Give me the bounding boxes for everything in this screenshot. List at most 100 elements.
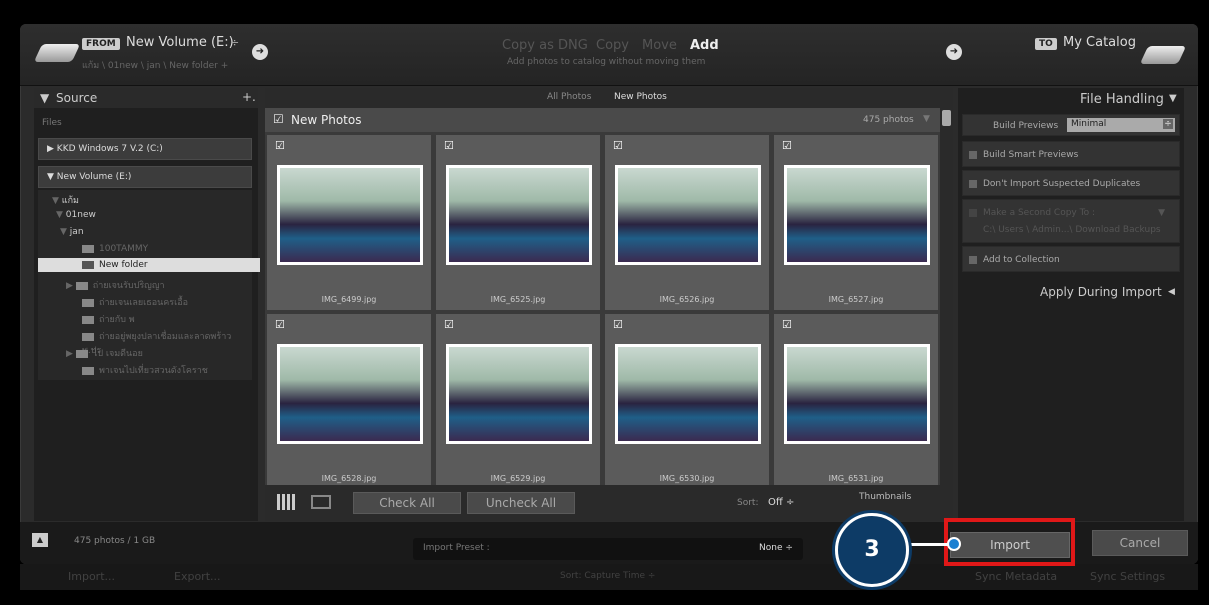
mode-copy[interactable]: Copy [596,38,629,53]
photo-thumbnail[interactable] [784,344,930,444]
underlying-library-bar: Import... Export... Sort: Capture Time ÷… [20,564,1198,590]
photo-checkbox[interactable]: ☑ [782,319,793,330]
import-summary: 475 photos / 1 GB [74,536,156,546]
tree-item[interactable]: 100TAMMY [82,244,148,254]
source-collapse-icon[interactable]: ▼ [40,91,49,105]
file-handling-title: File Handling [1080,92,1164,107]
collapse-up-icon[interactable]: ▲ [32,533,48,547]
checkbox[interactable] [969,150,977,159]
photo-thumbnail[interactable] [615,165,761,265]
mode-add[interactable]: Add [690,38,719,53]
catalog-drive-icon [1139,46,1187,64]
source-dropdown-icon[interactable]: ÷ [230,36,239,49]
checkbox[interactable] [969,255,977,264]
dont-import-duplicates-option[interactable]: Don't Import Suspected Duplicates [962,170,1180,196]
source-panel: ▼ Source +. Files ▶ KKD Windows 7 V.2 (C… [34,88,260,521]
device-e-drive[interactable]: ▼ New Volume (E:) [38,166,252,188]
new-photos-checkbox[interactable]: ☑ [273,112,284,126]
import-button-under[interactable]: Import... [68,570,115,583]
folder-icon [82,366,94,375]
photo-checkbox[interactable]: ☑ [275,319,286,330]
tree-item-selected[interactable]: New folder [38,258,260,272]
checkbox[interactable] [969,208,977,217]
photo-checkbox[interactable]: ☑ [613,140,624,151]
tree-item[interactable]: ถ่ายเจนเลยเธอนครเอื้อ [82,295,188,309]
import-preset-dropdown[interactable]: None ÷ [759,543,793,553]
checkbox[interactable] [969,179,977,188]
photo-thumbnail[interactable] [446,344,592,444]
tab-all-photos[interactable]: All Photos [547,92,591,102]
photo-cell[interactable]: ☑ IMG_6527.jpg [773,134,939,311]
folder-icon [82,298,94,307]
photo-cell[interactable]: ☑ IMG_6528.jpg [266,313,432,485]
collapse-icon[interactable]: ▼ [1169,93,1177,104]
photo-cell[interactable]: ☑ IMG_6530.jpg [604,313,770,485]
device-e-label: New Volume (E:) [56,172,132,182]
destination-label[interactable]: My Catalog [1063,35,1136,50]
photo-cell[interactable]: ☑ IMG_6499.jpg [266,134,432,311]
photo-thumbnail[interactable] [277,344,423,444]
loupe-view-icon[interactable] [311,495,331,509]
add-source-icon[interactable]: +. [242,90,256,104]
check-all-button[interactable]: Check All [353,492,461,514]
scroll-thumb[interactable] [942,110,951,126]
photo-thumbnail[interactable] [277,165,423,265]
photo-cell[interactable]: ☑ IMG_6526.jpg [604,134,770,311]
add-to-collection-option[interactable]: Add to Collection [962,246,1180,272]
tree-item[interactable]: ▶ ถ่ายเจนรับปริญญา [66,278,165,292]
photo-thumbnail[interactable] [446,165,592,265]
source-volume[interactable]: New Volume (E:) [126,35,234,50]
sync-metadata-button[interactable]: Sync Metadata [975,570,1057,583]
sync-settings-button[interactable]: Sync Settings [1090,570,1165,583]
grid-view-icon[interactable] [277,494,297,510]
build-previews-row: Build Previews Minimal ÷ [962,114,1180,136]
files-label: Files [42,118,62,128]
tab-new-photos[interactable]: New Photos [614,92,667,102]
photo-filename: IMG_6526.jpg [659,295,715,304]
tree-item[interactable]: ▼ 01new [56,210,96,220]
tree-item[interactable]: ▶ ไป เจมดีนอย [66,346,143,360]
sort-dropdown[interactable]: Off ÷ [768,497,794,508]
photo-thumbnail[interactable] [784,165,930,265]
source-title: Source [56,91,98,105]
folder-icon [82,315,94,324]
device-c-drive[interactable]: ▶ KKD Windows 7 V.2 (C:) [38,138,252,160]
tree-item[interactable]: ▼ jan [60,227,84,237]
collapse-icon[interactable]: ▼ [923,114,930,124]
cancel-button[interactable]: Cancel [1092,530,1188,556]
folder-icon [75,349,88,358]
folder-icon [75,281,88,290]
photo-thumbnail[interactable] [615,344,761,444]
photo-checkbox[interactable]: ☑ [613,319,624,330]
photo-cell[interactable]: ☑ IMG_6525.jpg [435,134,601,311]
photo-checkbox[interactable]: ☑ [444,319,455,330]
build-previews-dropdown[interactable]: Minimal ÷ [1067,118,1175,132]
photo-cell[interactable]: ☑ IMG_6529.jpg [435,313,601,485]
tree-item[interactable]: ถ่ายกับ พ [82,312,135,326]
arrow-right-icon: ➜ [252,44,268,60]
grid-tabs: All Photos New Photos [265,88,953,108]
photo-checkbox[interactable]: ☑ [782,140,793,151]
thumbnail-grid: ☑ IMG_6499.jpg ☑ IMG_6525.jpg ☑ IMG_6526.jpg ☑… [265,132,940,485]
tree-item[interactable]: พาเจนไปเที่ยวสวนดังโคราช [82,363,208,377]
grid-header-label: New Photos [291,113,362,127]
grid-scrollbar[interactable] [940,108,953,485]
collapse-icon[interactable]: ▼ [47,172,57,182]
export-button-under[interactable]: Export... [174,570,221,583]
dropdown-icon: ▼ [1158,208,1165,218]
build-previews-label: Build Previews [993,121,1059,131]
mode-copy-as-dng[interactable]: Copy as DNG [502,38,588,53]
expand-icon[interactable]: ▶ [47,144,57,154]
expand-icon[interactable]: ◀ [1168,287,1175,297]
photo-checkbox[interactable]: ☑ [444,140,455,151]
photo-cell[interactable]: ☑ IMG_6531.jpg [773,313,939,485]
folder-tree: ▼ แก้ม ▼ 01new ▼ jan 100TAMMY New folder… [38,190,260,380]
file-handling-panel: File Handling ▼ Build Previews Minimal ÷… [958,88,1184,521]
second-copy-option[interactable]: Make a Second Copy To : ▼ C:\ Users \ Ad… [962,199,1180,243]
uncheck-all-button[interactable]: Uncheck All [467,492,575,514]
import-preset-bar[interactable]: Import Preset : None ÷ [413,538,803,560]
mode-move[interactable]: Move [642,38,677,53]
photo-checkbox[interactable]: ☑ [275,140,286,151]
build-smart-previews-option[interactable]: Build Smart Previews [962,141,1180,167]
tree-item[interactable]: ▼ แก้ม [52,193,79,207]
